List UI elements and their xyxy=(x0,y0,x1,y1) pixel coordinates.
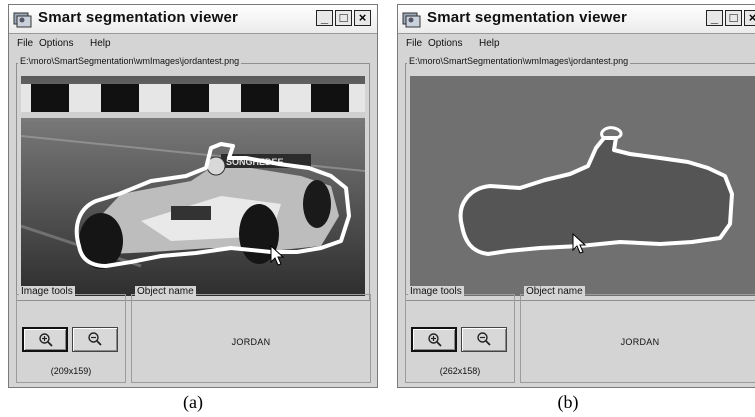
race-car-photo: SONGHEDEE xyxy=(21,76,365,296)
menu-options[interactable]: Options xyxy=(428,38,462,49)
minimize-button[interactable]: _ xyxy=(316,10,333,26)
maximize-button[interactable]: □ xyxy=(335,10,352,26)
window-title: Smart segmentation viewer xyxy=(427,9,628,26)
title-bar[interactable]: Smart segmentation viewer _ □ × xyxy=(398,5,755,34)
figure-caption-b: (b) xyxy=(557,392,579,412)
menu-file[interactable]: File xyxy=(406,38,422,49)
menu-help[interactable]: Help xyxy=(479,38,500,49)
zoom-in-icon xyxy=(39,333,53,347)
menu-bar: File Options Help xyxy=(9,35,377,53)
object-name-label: Object name xyxy=(524,286,585,297)
viewer-window-b: Smart segmentation viewer _ □ × File Opt… xyxy=(397,4,755,388)
file-path-label: E:\moro\SmartSegmentation\wmImages\jorda… xyxy=(407,56,631,66)
zoom-in-button[interactable] xyxy=(411,327,457,352)
maximize-button[interactable]: □ xyxy=(725,10,742,26)
image-canvas[interactable]: SONGHEDEE xyxy=(21,76,365,296)
menu-help[interactable]: Help xyxy=(90,38,111,49)
image-canvas[interactable] xyxy=(410,76,755,296)
object-name-label: Object name xyxy=(135,286,196,297)
app-icon xyxy=(402,12,421,28)
figure-caption-a: (a) xyxy=(183,392,203,412)
window-title: Smart segmentation viewer xyxy=(38,9,239,26)
zoom-out-icon xyxy=(88,332,102,346)
close-button[interactable]: × xyxy=(744,10,755,26)
zoom-out-icon xyxy=(477,332,491,346)
zoom-out-button[interactable] xyxy=(461,327,507,352)
file-path-label: E:\moro\SmartSegmentation\wmImages\jorda… xyxy=(18,56,242,66)
image-size-readout: (262x158) xyxy=(439,366,481,376)
zoom-in-icon xyxy=(428,333,442,347)
zoom-in-button[interactable] xyxy=(22,327,68,352)
zoom-out-button[interactable] xyxy=(72,327,118,352)
menu-bar: File Options Help xyxy=(398,35,755,53)
image-tools-label: Image tools xyxy=(19,286,75,297)
close-button[interactable]: × xyxy=(354,10,371,26)
image-tools-label: Image tools xyxy=(408,286,464,297)
image-size-readout: (209x159) xyxy=(50,366,92,376)
object-name-value: JORDAN xyxy=(231,337,271,347)
barrier-stripes xyxy=(21,84,365,118)
viewer-window-a: Smart segmentation viewer _ □ × File Opt… xyxy=(8,4,378,388)
minimize-button[interactable]: _ xyxy=(706,10,723,26)
object-name-value: JORDAN xyxy=(620,337,660,347)
menu-options[interactable]: Options xyxy=(39,38,73,49)
title-bar[interactable]: Smart segmentation viewer _ □ × xyxy=(9,5,377,34)
app-icon xyxy=(13,12,32,28)
menu-file[interactable]: File xyxy=(17,38,33,49)
segmentation-mask xyxy=(410,76,755,296)
